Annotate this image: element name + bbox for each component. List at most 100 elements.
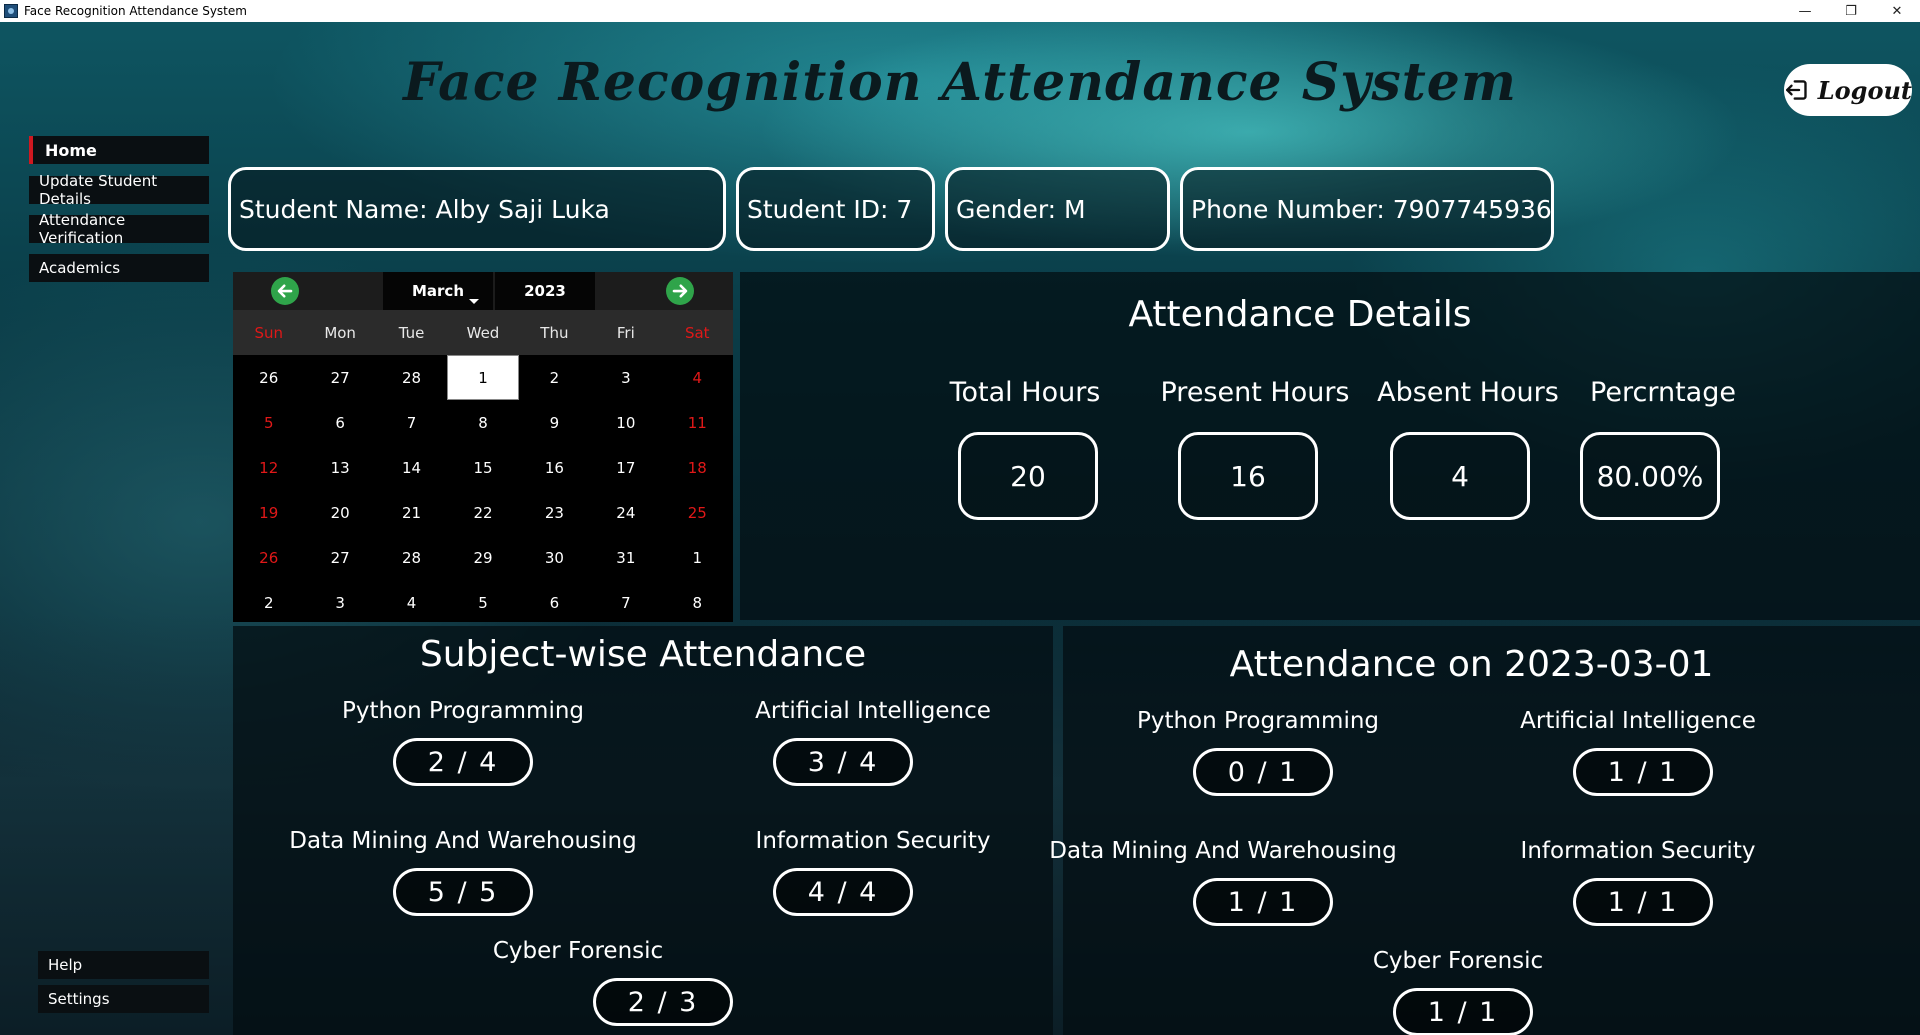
subject-python-value: 2 / 4 [393,738,533,786]
calendar-day[interactable]: 27 [304,355,375,400]
logout-icon [1786,80,1807,100]
calendar-day[interactable]: 5 [233,400,304,445]
total-hours-label: Total Hours [949,377,1101,408]
minimize-button[interactable]: — [1782,0,1828,22]
calendar-day[interactable]: 9 [519,400,590,445]
calendar-year-select[interactable]: 2023 [495,272,595,310]
subject-cyber-forensic-value: 2 / 3 [593,978,733,1026]
calendar-day[interactable]: 2 [233,580,304,625]
calendar-day[interactable]: 8 [662,580,733,625]
sidebar-item-update-student-details[interactable]: Update Student Details [29,172,209,208]
absent-hours-value: 4 [1390,432,1530,520]
calendar-day[interactable]: 7 [376,400,447,445]
calendar-day[interactable]: 13 [304,445,375,490]
calendar-day[interactable]: 16 [519,445,590,490]
calendar-day[interactable]: 12 [233,445,304,490]
logout-label: Logout [1817,75,1912,105]
sidebar-item-home[interactable]: Home [29,136,209,164]
calendar-day[interactable]: 11 [662,400,733,445]
calendar-day[interactable]: 29 [447,535,518,580]
close-button[interactable]: ✕ [1874,0,1920,22]
calendar-header: March 2023 [233,272,733,310]
calendar-day[interactable]: 4 [376,580,447,625]
calendar-day-grid: 26 27 28 1 2 3 4 5 6 7 8 9 10 11 12 13 14 15 16 17 18 19 20 21 2… [233,355,733,625]
subject-cyber-forensic-label: Cyber Forensic [492,938,664,964]
total-hours-value: 20 [958,432,1098,520]
window-title: Face Recognition Attendance System [24,4,247,18]
calendar-day[interactable]: 17 [590,445,661,490]
calendar-day[interactable]: 10 [590,400,661,445]
calendar-day[interactable]: 6 [304,400,375,445]
calendar-month-label: March [411,282,465,300]
daily-info-security-value: 1 / 1 [1573,878,1713,926]
sidebar-item-academics[interactable]: Academics [29,254,209,282]
calendar-weekday-wed: Wed [466,323,500,342]
calendar-day[interactable]: 31 [590,535,661,580]
subject-data-mining-value: 5 / 5 [393,868,533,916]
calendar-day[interactable]: 2 [519,355,590,400]
daily-attendance-title: Attendance on 2023-03-01 [1229,644,1714,685]
calendar-day[interactable]: 25 [662,490,733,535]
calendar-prev-button[interactable] [271,277,299,305]
chevron-down-icon [469,299,479,304]
restore-button[interactable]: ❐ [1828,0,1874,22]
phone-number-box: Phone Number: 7907745936 [1180,167,1554,251]
daily-cyber-forensic-label: Cyber Forensic [1372,948,1544,974]
calendar-day[interactable]: 26 [233,535,304,580]
calendar-day[interactable]: 4 [662,355,733,400]
daily-data-mining-label: Data Mining And Warehousing [1049,838,1397,864]
arrow-left-icon [277,284,293,298]
calendar-day[interactable]: 26 [233,355,304,400]
calendar-day-selected[interactable]: 1 [447,355,519,400]
calendar-day[interactable]: 22 [447,490,518,535]
calendar-day[interactable]: 15 [447,445,518,490]
sidebar-item-settings[interactable]: Settings [38,985,209,1013]
calendar-weekday-row: Sun Mon Tue Wed Thu Fri Sat [233,310,733,355]
sidebar-item-attendance-verification[interactable]: Attendance Verification [29,211,209,247]
calendar-day[interactable]: 18 [662,445,733,490]
daily-cyber-forensic-value: 1 / 1 [1393,988,1533,1035]
calendar-day[interactable]: 5 [447,580,518,625]
sidebar-item-help[interactable]: Help [38,951,209,979]
calendar-weekday-fri: Fri [616,323,635,342]
calendar-day[interactable]: 3 [590,355,661,400]
subject-info-security-label: Information Security [755,828,991,854]
student-name-box: Student Name: Alby Saji Luka [228,167,726,251]
calendar-month-select[interactable]: March [383,272,493,310]
calendar-day[interactable]: 30 [519,535,590,580]
calendar-day[interactable]: 6 [519,580,590,625]
daily-attendance-panel: Attendance on 2023-03-01 Python Programm… [1049,626,1920,1035]
calendar-day[interactable]: 28 [376,535,447,580]
calendar-day[interactable]: 21 [376,490,447,535]
daily-ai-label: Artificial Intelligence [1520,708,1756,734]
app-title: Face Recognition Attendance System [403,52,1517,113]
calendar-day[interactable]: 28 [376,355,447,400]
percentage-value: 80.00% [1580,432,1720,520]
app-window: Face Recognition Attendance System Logou… [0,22,1920,1035]
calendar-day[interactable]: 24 [590,490,661,535]
window-controls: — ❐ ✕ [1782,0,1920,22]
attendance-details-panel: Attendance Details Total Hours Present H… [740,272,1920,620]
calendar-day[interactable]: 3 [304,580,375,625]
calendar-weekday-mon: Mon [324,323,356,342]
calendar-day[interactable]: 20 [304,490,375,535]
calendar-next-button[interactable] [666,277,694,305]
daily-data-mining-value: 1 / 1 [1193,878,1333,926]
calendar-day[interactable]: 7 [590,580,661,625]
calendar-day[interactable]: 8 [447,400,518,445]
percentage-label: Percrntage [1590,377,1736,408]
subject-python-label: Python Programming [341,698,585,724]
calendar-day[interactable]: 14 [376,445,447,490]
calendar-day[interactable]: 1 [662,535,733,580]
calendar: March 2023 Sun Mon Tue Wed Thu Fri Sat 26 27 28 1… [233,272,733,622]
daily-python-value: 0 / 1 [1193,748,1333,796]
absent-hours-label: Absent Hours [1377,377,1559,408]
subject-ai-label: Artificial Intelligence [755,698,991,724]
daily-python-label: Python Programming [1136,708,1380,734]
calendar-weekday-tue: Tue [398,323,425,342]
logout-button[interactable]: Logout [1784,64,1912,116]
calendar-day[interactable]: 23 [519,490,590,535]
subject-wise-title: Subject-wise Attendance [419,634,867,675]
calendar-day[interactable]: 27 [304,535,375,580]
calendar-day[interactable]: 19 [233,490,304,535]
